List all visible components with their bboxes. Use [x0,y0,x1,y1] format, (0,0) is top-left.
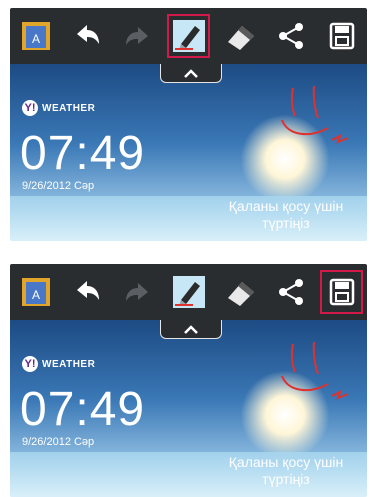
pen-button[interactable] [167,14,210,58]
clock-date: 9/26/2012 Сәр [22,436,95,448]
share-button[interactable] [269,270,312,314]
sun-glow [240,114,330,204]
yahoo-logo-icon: Y! [22,356,38,372]
eraser-icon [227,26,254,50]
eraser-button[interactable] [218,270,261,314]
undo-icon [76,25,99,44]
pen-button[interactable] [167,270,210,314]
sun-glow [240,370,330,460]
svg-text:A: A [32,288,40,302]
eraser-icon [227,282,254,306]
save-icon [329,278,354,306]
weather-widget-header[interactable]: Y! WEATHER [22,356,95,372]
undo-button[interactable] [65,14,108,58]
share-button[interactable] [269,14,312,58]
add-city-line-2: түртіңіз [262,471,310,487]
weather-brand: WEATHER [42,102,96,114]
qmemo-toolbar: A [10,8,367,64]
save-button[interactable] [320,14,363,58]
screenshot-panel-2: A Y! WEATHER 07:49 9/26/2012 Сәр Қаланы … [10,264,367,497]
screenshot-panel-1: A Y! WEATHER 07:49 9/26/2012 Сәр Қаланы … [10,8,367,241]
toolbar-collapse-handle[interactable] [160,64,222,83]
redo-button[interactable] [116,14,159,58]
redo-button[interactable] [116,270,159,314]
redo-icon [125,283,148,301]
clock-time: 07:49 [20,383,146,436]
save-icon [329,22,354,50]
background-button[interactable]: A [14,14,57,58]
clock-date: 9/26/2012 Сәр [22,180,95,192]
add-city-prompt[interactable]: Қаланы қосу үшін түртіңіз [211,198,361,232]
toolbar-collapse-handle[interactable] [160,320,222,339]
background-icon: A [21,22,50,50]
weather-widget-header[interactable]: Y! WEATHER [22,100,95,116]
add-city-line-1: Қаланы қосу үшін [228,198,344,214]
add-city-line-2: түртіңіз [262,215,310,231]
weather-brand: WEATHER [42,358,96,370]
svg-text:A: A [32,32,40,46]
undo-icon [76,281,99,300]
background-button[interactable]: A [14,270,57,314]
background-icon: A [21,278,50,306]
qmemo-toolbar: A [10,264,367,320]
share-icon [278,279,303,305]
eraser-button[interactable] [218,14,261,58]
add-city-line-1: Қаланы қосу үшін [228,454,344,470]
yahoo-logo-icon: Y! [22,100,38,116]
add-city-prompt[interactable]: Қаланы қосу үшін түртіңіз [211,454,361,488]
pen-icon [172,20,205,52]
chevron-up-icon [184,69,198,78]
clock-time: 07:49 [20,127,146,180]
share-icon [278,23,303,49]
save-button[interactable] [320,270,363,314]
undo-button[interactable] [65,270,108,314]
pen-icon [172,276,205,308]
redo-icon [125,27,148,45]
chevron-up-icon [184,325,198,334]
